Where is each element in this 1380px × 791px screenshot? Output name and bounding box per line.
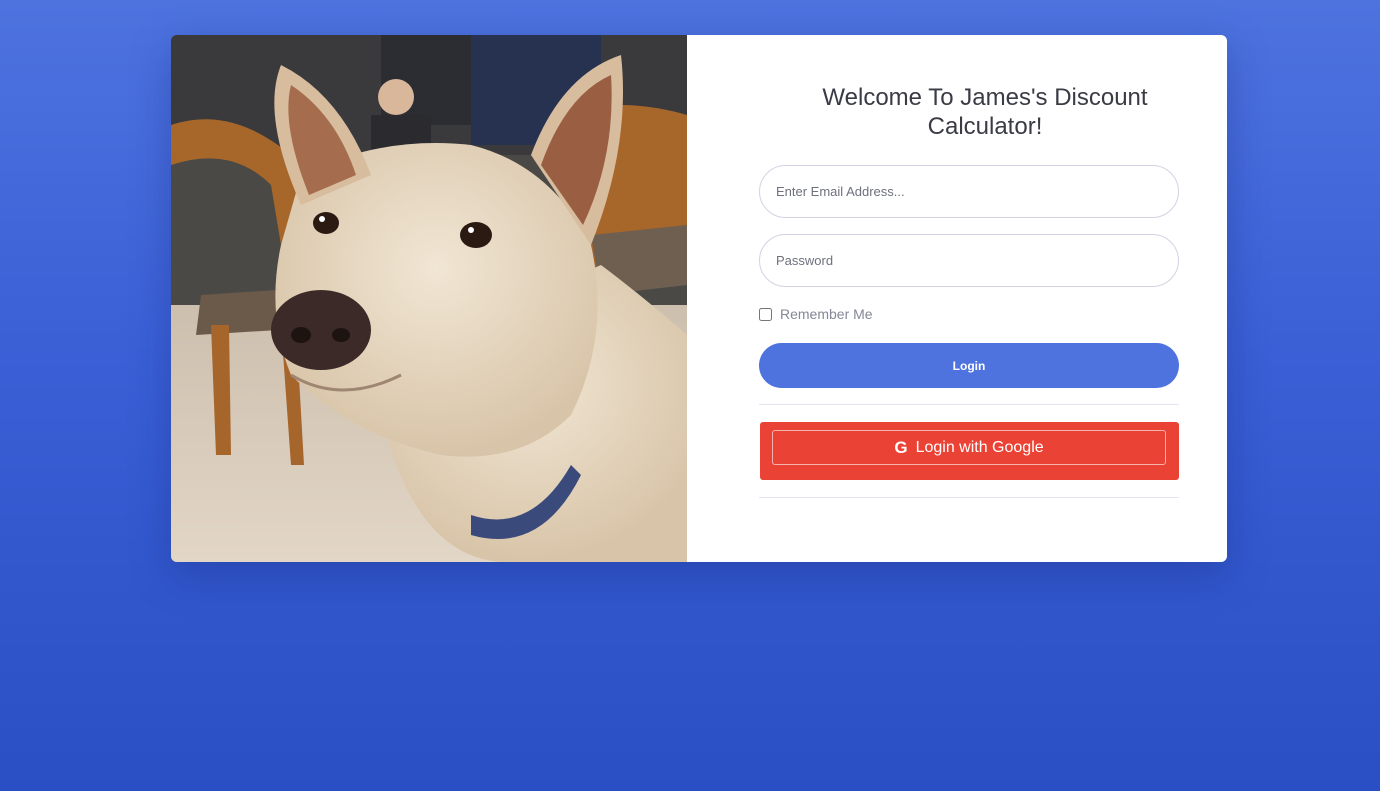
google-login-label: Login with Google xyxy=(915,438,1044,456)
divider xyxy=(759,404,1179,405)
page-title: Welcome To James's Discount Calculator! xyxy=(822,84,1148,140)
remember-me-label: Remember Me xyxy=(780,306,873,322)
login-card: Welcome To James's Discount Calculator! … xyxy=(171,35,1227,562)
google-icon: G xyxy=(894,437,908,457)
login-button[interactable]: Login xyxy=(759,343,1179,388)
dog-photo-illustration xyxy=(171,35,687,562)
google-login-container: G Login with Google xyxy=(760,422,1179,480)
google-login-button[interactable]: G Login with Google xyxy=(772,430,1166,465)
remember-me[interactable]: Remember Me xyxy=(759,306,873,322)
remember-me-checkbox[interactable] xyxy=(759,307,772,321)
dog-photo xyxy=(171,35,687,562)
login-form: Welcome To James's Discount Calculator! … xyxy=(687,35,1227,562)
divider xyxy=(759,497,1179,498)
email-field[interactable] xyxy=(759,165,1179,218)
password-field[interactable] xyxy=(759,234,1179,287)
